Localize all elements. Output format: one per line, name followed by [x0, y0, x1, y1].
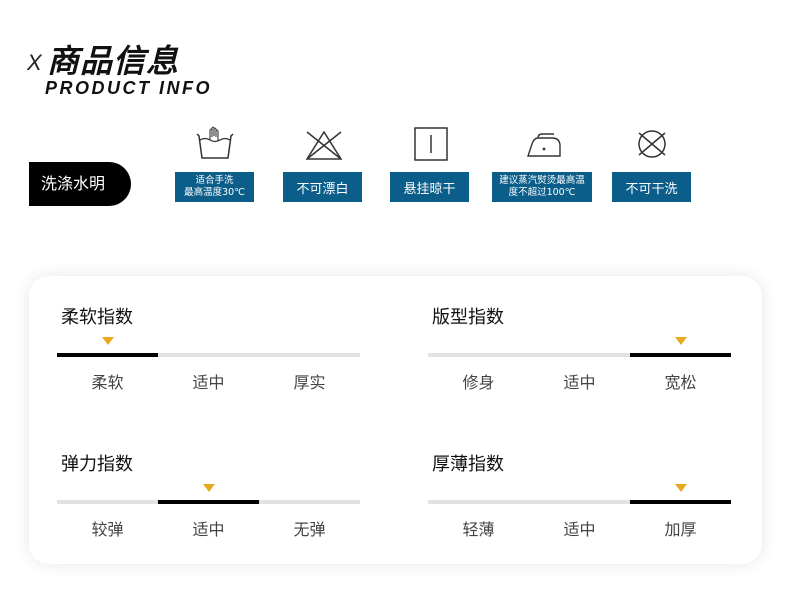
care-label: 适合手洗 最高温度30℃ — [175, 172, 254, 202]
index-track — [428, 500, 731, 504]
fabric-index-panel: 柔软指数 柔软 适中 厚实 版型指数 修身 适中 宽松 弹力指数 较弹 适中 无… — [29, 276, 762, 564]
thickness-index: 厚薄指数 轻薄 适中 加厚 — [428, 450, 732, 540]
index-option: 宽松 — [664, 373, 697, 392]
elasticity-index: 弹力指数 较弹 适中 无弹 — [57, 450, 361, 540]
index-fill — [630, 500, 731, 504]
index-option: 适中 — [192, 373, 225, 392]
page-title: 商品信息 — [47, 42, 180, 80]
no-bleach-icon — [303, 126, 345, 166]
index-title: 弹力指数 — [61, 454, 133, 475]
care-label: 悬挂晾干 — [390, 172, 469, 202]
care-tag: 洗涤水明 — [29, 162, 131, 206]
index-option: 厚实 — [293, 373, 326, 392]
care-label: 不可漂白 — [283, 172, 362, 202]
care-label: 建议蒸汽熨烫最高温 度不超过100℃ — [492, 172, 592, 202]
index-track — [57, 500, 360, 504]
index-marker-icon — [101, 337, 114, 345]
index-track — [57, 353, 360, 357]
hand-wash-icon — [193, 126, 237, 166]
index-marker-icon — [674, 484, 687, 492]
hang-dry-icon — [412, 126, 450, 166]
x-mark: X — [27, 50, 42, 75]
index-option: 较弹 — [91, 520, 124, 539]
index-marker-icon — [202, 484, 215, 492]
index-fill — [57, 353, 158, 357]
index-fill — [630, 353, 731, 357]
index-title: 柔软指数 — [61, 307, 133, 328]
fit-index: 版型指数 修身 适中 宽松 — [428, 303, 732, 393]
softness-index: 柔软指数 柔软 适中 厚实 — [57, 303, 361, 393]
index-option: 适中 — [563, 373, 596, 392]
index-option: 修身 — [462, 373, 495, 392]
index-title: 厚薄指数 — [432, 454, 504, 475]
care-label: 不可干洗 — [612, 172, 691, 202]
index-track — [428, 353, 731, 357]
page-subtitle: PRODUCT INFO — [45, 78, 212, 98]
index-option: 适中 — [563, 520, 596, 539]
index-option: 适中 — [192, 520, 225, 539]
index-marker-icon — [674, 337, 687, 345]
no-dry-clean-icon — [634, 126, 670, 166]
index-option: 柔软 — [91, 373, 124, 392]
iron-icon — [524, 126, 564, 166]
index-option: 无弹 — [293, 520, 326, 539]
index-option: 轻薄 — [462, 520, 495, 539]
index-title: 版型指数 — [432, 307, 504, 328]
index-fill — [158, 500, 259, 504]
index-option: 加厚 — [664, 520, 697, 539]
